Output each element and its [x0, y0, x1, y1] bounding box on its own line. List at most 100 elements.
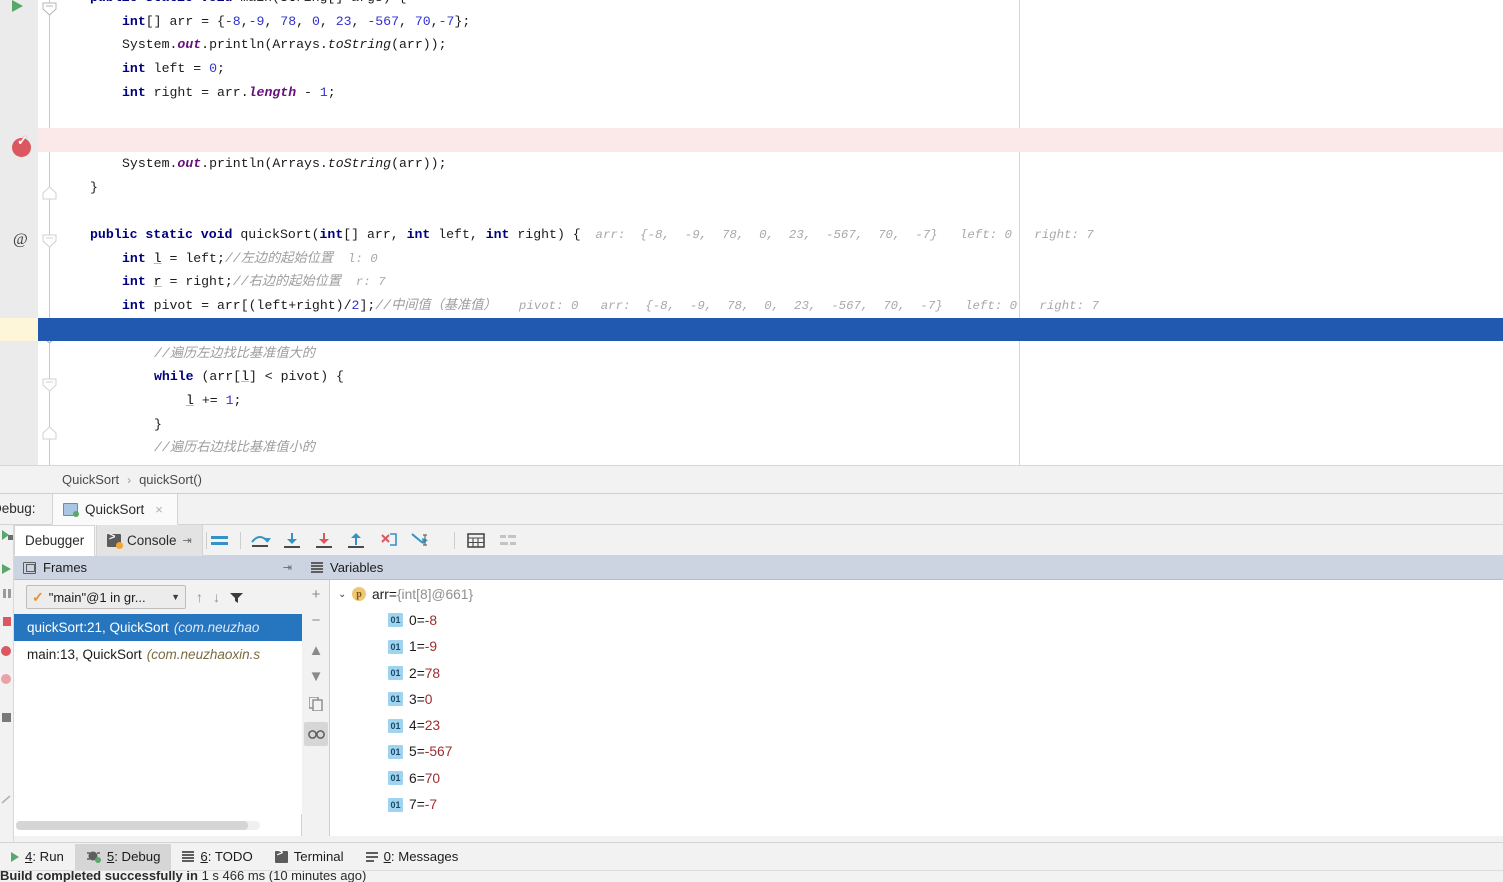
pause-program-icon[interactable]: [0, 587, 14, 600]
code-line[interactable]: public static void quickSort(int[] arr, …: [90, 223, 1503, 247]
inline-debug-hint: arr: {-8, -9, 78, 0, 23, -567, 70, -7} l…: [580, 228, 1094, 242]
force-step-into-icon[interactable]: [312, 529, 336, 552]
code-token: 78: [280, 13, 297, 29]
pin-icon[interactable]: [0, 793, 14, 806]
code-token: toString: [327, 37, 392, 53]
step-out-icon[interactable]: [344, 529, 368, 552]
remove-watch-icon[interactable]: −: [304, 608, 328, 632]
run-arrow-icon[interactable]: [12, 0, 23, 12]
layout-settings-icon[interactable]: [496, 529, 520, 552]
breadcrumb-method[interactable]: quickSort(): [139, 472, 202, 487]
frame-list-item[interactable]: quickSort:21, QuickSort (com.neuzhao: [14, 614, 302, 641]
thread-dropdown[interactable]: ✓ "main"@1 in gr... ▼: [26, 585, 186, 609]
code-line[interactable]: //遍历左边找比基准值大的: [90, 342, 1503, 366]
code-line[interactable]: int[] arr = {-8,-9, 78, 0, 23, -567, 70,…: [90, 10, 1503, 34]
fold-collapse-icon[interactable]: [42, 234, 57, 248]
variable-row[interactable]: 01 0 = -8: [374, 607, 437, 633]
stop-icon[interactable]: [0, 615, 14, 628]
resume-program-icon[interactable]: [0, 563, 14, 576]
code-line[interactable]: int right = arr.length - 1;: [90, 81, 1503, 105]
code-line[interactable]: public static void main(String[] args) {: [90, 0, 1503, 10]
variables-panel[interactable]: ⌄ p arr = {int[8]@661} 01 0 = -8 01 1 = -9 01 2 …: [330, 580, 1503, 836]
chevron-down-icon[interactable]: ⌄: [338, 589, 352, 600]
watch-toolbar[interactable]: + − ▲ ▼: [302, 580, 330, 836]
drop-frame-icon[interactable]: [376, 529, 400, 552]
code-line[interactable]: int left = 0;: [90, 57, 1503, 81]
variable-name: 5: [409, 744, 417, 760]
pin-icon[interactable]: ⇥: [283, 561, 292, 574]
frame-up-icon[interactable]: ↑: [196, 589, 203, 605]
annotation-at-icon[interactable]: @: [13, 231, 28, 249]
variable-row[interactable]: 01 1 = -9: [374, 634, 437, 660]
tab-console[interactable]: Console ⇥: [96, 525, 203, 556]
code-line[interactable]: while (arr[l] < pivot) {: [90, 365, 1503, 389]
rerun-icon[interactable]: [0, 529, 14, 542]
variable-row[interactable]: 01 7 = -7: [374, 791, 437, 817]
mute-breakpoints-icon[interactable]: [0, 673, 14, 686]
code-line[interactable]: int pivot = arr[(left+right)/2];//中间值（基准…: [90, 294, 1503, 318]
evaluate-expression-icon[interactable]: [464, 529, 488, 552]
tool-window-button-debug[interactable]: 5: Debug: [74, 843, 172, 870]
breakpoint-verified-icon[interactable]: [12, 133, 31, 157]
code-line[interactable]: l += 1;: [90, 389, 1503, 413]
code-line[interactable]: //遍历右边找比基准值小的: [90, 436, 1503, 460]
breadcrumb[interactable]: QuickSort › quickSort(): [0, 465, 1503, 494]
frame-list-item[interactable]: main:13, QuickSort (com.neuzhaoxin.s: [14, 641, 302, 668]
copy-value-icon[interactable]: [304, 692, 328, 716]
fold-expand-icon[interactable]: [42, 186, 57, 200]
view-breakpoints-icon[interactable]: [0, 645, 14, 658]
fold-collapse-icon[interactable]: [42, 378, 57, 392]
debug-side-toolbar[interactable]: [0, 525, 14, 842]
frames-panel[interactable]: ✓ "main"@1 in gr... ▼ ↑ ↓ quickSort:21, …: [14, 580, 302, 836]
pin-icon[interactable]: ⇥: [183, 534, 192, 547]
step-over-icon[interactable]: [248, 529, 272, 552]
frame-list[interactable]: quickSort:21, QuickSort (com.neuzhao main:…: [14, 614, 302, 814]
code-folding-strip[interactable]: [38, 0, 90, 465]
code-text[interactable]: public static void main(String[] args) {…: [90, 0, 1503, 465]
close-icon[interactable]: ×: [155, 502, 163, 517]
code-token: 0: [311, 13, 320, 29]
breadcrumb-class[interactable]: QuickSort: [62, 472, 119, 487]
frame-down-icon[interactable]: ↓: [213, 589, 220, 605]
fold-expand-icon[interactable]: [42, 426, 57, 440]
move-up-icon[interactable]: ▲: [304, 638, 328, 662]
run-configuration-tab[interactable]: QuickSort ×: [52, 494, 178, 525]
tool-window-button-messages[interactable]: 0: Messages: [355, 844, 470, 870]
code-token: int: [485, 227, 518, 242]
code-line[interactable]: [90, 199, 1503, 223]
code-comment: //中间值（基准值）: [375, 298, 497, 314]
variable-row[interactable]: 01 5 = -567: [374, 739, 452, 765]
editor-gutter[interactable]: @: [0, 0, 38, 465]
code-line[interactable]: int l = left;//左边的起始位置 l: 0: [90, 247, 1503, 271]
code-line[interactable]: System.out.println(Arrays.toString(arr))…: [90, 33, 1503, 57]
filter-icon[interactable]: [230, 592, 243, 603]
toolbar-separator: [240, 532, 241, 549]
tool-window-button-run[interactable]: 4: Run: [0, 844, 75, 870]
frames-horizontal-scrollbar[interactable]: [16, 821, 260, 830]
watches-icon[interactable]: [304, 722, 328, 746]
code-line[interactable]: int r = right;//右边的起始位置 r: 7: [90, 270, 1503, 294]
code-token: int: [122, 298, 154, 314]
variable-row[interactable]: 01 3 = 0: [374, 686, 432, 712]
code-line[interactable]: }: [90, 413, 1503, 437]
run-to-cursor-icon[interactable]: [408, 529, 432, 552]
tool-window-button-terminal[interactable]: Terminal: [264, 844, 355, 870]
code-line[interactable]: System.out.println(Arrays.toString(arr))…: [90, 152, 1503, 176]
code-editor[interactable]: @ public static void main(String[] args)…: [0, 0, 1503, 465]
add-watch-icon[interactable]: +: [304, 582, 328, 606]
inline-debug-hint: pivot: 0 arr: {-8, -9, 78, 0, 23, -567, …: [496, 299, 1099, 314]
settings-icon[interactable]: [0, 711, 14, 724]
variable-row[interactable]: 01 4 = 23: [374, 713, 440, 739]
tool-window-button-todo[interactable]: 6: TODO: [171, 844, 263, 870]
step-into-icon[interactable]: [280, 529, 304, 552]
show-execution-point-icon[interactable]: [208, 529, 232, 552]
code-line[interactable]: [90, 105, 1503, 129]
variable-row[interactable]: ⌄ p arr = {int[8]@661}: [338, 581, 473, 607]
fold-collapse-icon[interactable]: [42, 2, 57, 16]
code-token: 23: [335, 13, 352, 29]
move-down-icon[interactable]: ▼: [304, 664, 328, 688]
variable-row[interactable]: 01 6 = 70: [374, 765, 440, 791]
tab-debugger[interactable]: Debugger: [14, 525, 96, 556]
code-line[interactable]: }: [90, 176, 1503, 200]
variable-row[interactable]: 01 2 = 78: [374, 660, 440, 686]
